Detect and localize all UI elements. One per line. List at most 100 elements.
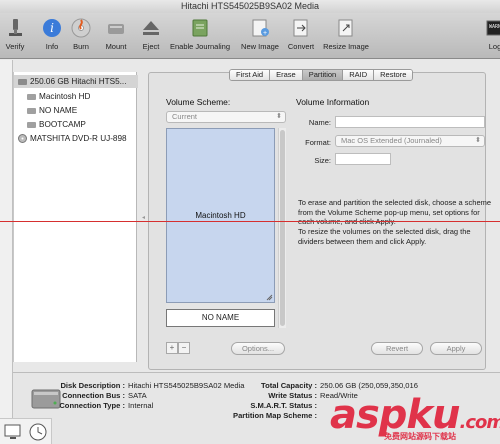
burn-label: Burn <box>73 42 89 51</box>
new-image-label: New Image <box>241 42 279 51</box>
eject-button[interactable]: Eject <box>138 17 164 51</box>
volume-name: Macintosh HD <box>195 211 246 220</box>
verify-label: Verify <box>5 42 25 51</box>
resize-image-icon <box>335 17 357 39</box>
mount-label: Mount <box>105 42 127 51</box>
connection-bus-label: Connection Bus : <box>62 391 125 400</box>
partition-help-text-1: To erase and partition the selected disk… <box>298 198 492 226</box>
disk-list: 250.06 GB Hitachi HTS5... Macintosh HD N… <box>13 72 138 362</box>
eject-label: Eject <box>142 42 160 51</box>
smart-status-label: S.M.A.R.T. Status : <box>250 401 317 410</box>
hard-disk-large-icon <box>31 389 61 409</box>
scroll-thumb[interactable] <box>280 130 285 326</box>
options-button[interactable]: Options... <box>231 342 285 355</box>
resize-image-label: Resize Image <box>323 42 369 51</box>
tab-partition[interactable]: Partition <box>302 70 344 80</box>
convert-icon <box>290 17 312 39</box>
total-capacity-value: 250.06 GB (250,059,350,016 <box>320 381 418 390</box>
journal-icon <box>189 17 211 39</box>
format-popup[interactable]: Mac OS Extended (Journaled) ⬍ <box>335 135 485 147</box>
volume-scheme-heading: Volume Scheme: <box>166 97 231 107</box>
mount-disk-icon <box>105 17 127 39</box>
volume-scheme-value: Current <box>172 112 198 121</box>
volume-icon <box>27 106 36 115</box>
total-capacity-label: Total Capacity : <box>261 381 317 390</box>
convert-button[interactable]: Convert <box>285 17 317 51</box>
disk-description-value: Hitachi HTS545025B9SA02 Media <box>128 381 245 390</box>
screen-icon[interactable] <box>4 423 22 441</box>
sidebar-item-label: NO NAME <box>39 106 78 115</box>
size-label: Size: <box>314 156 331 165</box>
volume-icon <box>27 120 36 129</box>
sidebar-item-macintosh-hd[interactable]: Macintosh HD <box>14 90 138 103</box>
volume-scrollbar[interactable] <box>278 128 286 328</box>
size-field[interactable] <box>335 153 391 165</box>
partition-map-label: Partition Map Scheme : <box>233 411 317 420</box>
splitter-handle-icon[interactable]: ◂ <box>142 214 145 221</box>
log-icon: WARN <box>484 17 500 39</box>
background-window-edge <box>0 60 13 444</box>
watermark-tld: .com <box>459 412 500 433</box>
log-button[interactable]: WARN Log <box>482 17 500 51</box>
verify-button[interactable]: Verify <box>0 17 34 51</box>
disk-description-label: Disk Description : <box>60 381 125 390</box>
add-volume-button[interactable]: + <box>166 342 178 354</box>
new-image-icon: + <box>249 17 271 39</box>
tab-first-aid[interactable]: First Aid <box>230 70 271 80</box>
popup-arrows-icon: ⬍ <box>475 137 481 144</box>
name-label: Name: <box>308 118 331 127</box>
sidebar-item-label: Macintosh HD <box>39 92 91 101</box>
svg-text:WARN: WARN <box>489 24 500 30</box>
dock-fragment <box>0 418 52 444</box>
format-value: Mac OS Extended (Journaled) <box>341 136 442 145</box>
tab-restore[interactable]: Restore <box>374 70 413 80</box>
optical-drive-icon <box>18 134 27 143</box>
connection-type-value: Internal <box>128 401 154 410</box>
connection-type-label: Connection Type : <box>59 401 125 410</box>
popup-arrows-icon: ⬍ <box>276 113 282 120</box>
format-label: Format: <box>305 138 331 147</box>
tab-erase[interactable]: Erase <box>270 70 303 80</box>
red-guide-line <box>0 221 500 222</box>
resize-image-button[interactable]: Resize Image <box>320 17 372 51</box>
log-label: Log <box>488 42 500 51</box>
tab-bar: First Aid Erase Partition RAID Restore <box>229 69 414 81</box>
info-button[interactable]: i Info <box>39 17 65 51</box>
connection-bus-value: SATA <box>128 391 147 400</box>
svg-text:+: + <box>263 30 267 37</box>
volume-block-no-name[interactable]: NO NAME <box>166 309 275 327</box>
sidebar-item-label: MATSHITA DVD-R UJ-898 <box>30 134 127 143</box>
clock-icon[interactable] <box>28 422 48 442</box>
sidebar-item-no-name[interactable]: NO NAME <box>14 104 138 117</box>
enable-journaling-label: Enable Journaling <box>169 42 231 51</box>
volume-info-heading: Volume Information <box>296 97 370 107</box>
partition-help-text-2: To resize the volumes on the selected di… <box>298 227 471 246</box>
name-field[interactable] <box>335 116 485 128</box>
sidebar-item-bootcamp[interactable]: BOOTCAMP <box>14 118 138 131</box>
tab-raid[interactable]: RAID <box>343 70 375 80</box>
apply-button[interactable]: Apply <box>430 342 482 355</box>
enable-journaling-button[interactable]: Enable Journaling <box>168 17 232 51</box>
resize-grip-icon[interactable] <box>266 294 273 301</box>
volume-scheme-popup[interactable]: Current ⬍ <box>166 111 286 123</box>
watermark-subtitle: 免费网站源码下载站 <box>384 432 456 441</box>
volume-icon <box>27 92 36 101</box>
burn-button[interactable]: Burn <box>68 17 94 51</box>
info-label: Info <box>45 42 59 51</box>
eject-icon <box>140 17 162 39</box>
microscope-icon <box>4 17 26 39</box>
svg-text:i: i <box>50 21 54 35</box>
sidebar-item-dvd-drive[interactable]: MATSHITA DVD-R UJ-898 <box>14 132 138 145</box>
sidebar-item-hitachi-disk[interactable]: 250.06 GB Hitachi HTS5... <box>14 75 138 88</box>
write-status-label: Write Status : <box>268 391 317 400</box>
revert-button[interactable]: Revert <box>371 342 423 355</box>
mount-button[interactable]: Mount <box>101 17 131 51</box>
burn-disc-icon <box>70 17 92 39</box>
sidebar-item-label: BOOTCAMP <box>39 120 86 129</box>
window-title: Hitachi HTS545025B9SA02 Media <box>0 0 500 13</box>
remove-volume-button[interactable]: − <box>178 342 190 354</box>
volume-block-macintosh-hd[interactable]: Macintosh HD <box>166 128 275 303</box>
toolbar: Verify i Info Burn Mount Eject Enable Jo… <box>0 13 500 59</box>
info-icon: i <box>41 17 63 39</box>
new-image-button[interactable]: + New Image <box>238 17 282 51</box>
